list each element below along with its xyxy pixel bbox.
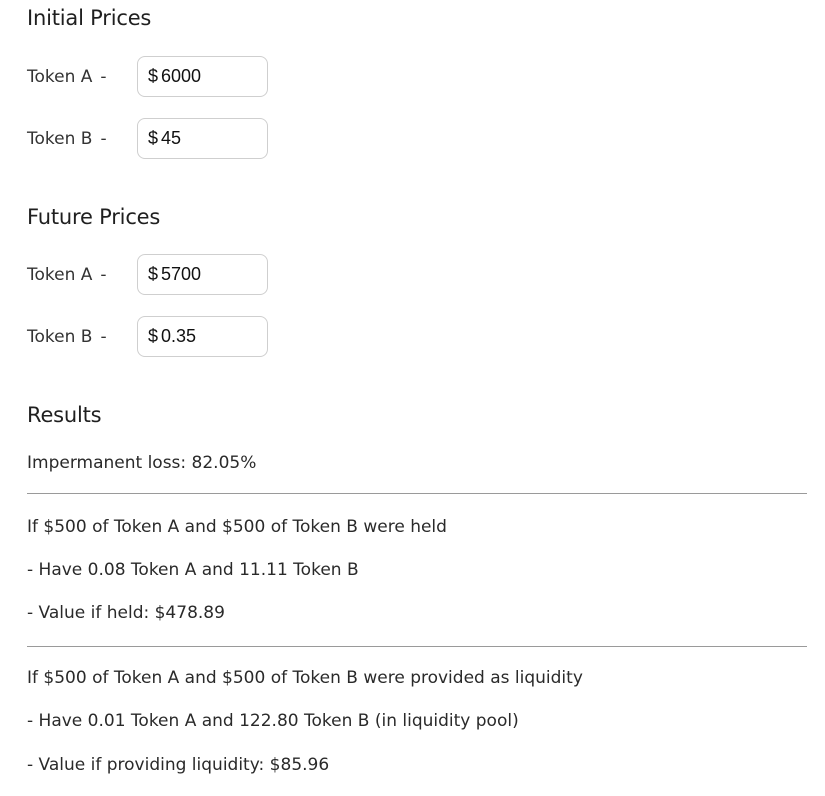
initial-token-b-dash: - xyxy=(100,128,107,149)
initial-token-b-row: Token B- $ xyxy=(27,117,268,160)
liquidity-value-text: - Value if providing liquidity: $85.96 xyxy=(27,755,330,775)
future-token-a-label-wrap: Token A- xyxy=(27,265,125,285)
initial-token-a-row: Token A- $ xyxy=(27,55,268,98)
future-token-a-label: Token A xyxy=(27,264,93,285)
initial-prices-title: Initial Prices xyxy=(27,6,152,30)
future-token-b-currency: $ xyxy=(148,326,159,346)
initial-token-a-currency: $ xyxy=(148,66,159,86)
future-token-b-label: Token B xyxy=(27,326,93,347)
held-heading: If $500 of Token A and $500 of Token B w… xyxy=(27,517,447,537)
future-token-a-currency: $ xyxy=(148,264,159,284)
initial-token-a-label-wrap: Token A- xyxy=(27,67,125,87)
future-token-b-label-wrap: Token B- xyxy=(27,327,125,347)
future-token-a-price-field[interactable]: $ xyxy=(137,254,268,295)
initial-token-a-price-input[interactable] xyxy=(161,66,252,87)
future-token-b-price-field[interactable]: $ xyxy=(137,316,268,357)
future-prices-title: Future Prices xyxy=(27,205,161,229)
liquidity-heading: If $500 of Token A and $500 of Token B w… xyxy=(27,668,583,688)
liquidity-have-text: - Have 0.01 Token A and 122.80 Token B (… xyxy=(27,711,519,731)
initial-token-a-label: Token A xyxy=(27,66,93,87)
initial-token-a-price-field[interactable]: $ xyxy=(137,56,268,97)
future-token-a-dash: - xyxy=(100,264,107,285)
future-token-a-row: Token A- $ xyxy=(27,253,268,296)
initial-token-a-dash: - xyxy=(100,66,107,87)
held-have-text: - Have 0.08 Token A and 11.11 Token B xyxy=(27,560,359,580)
future-token-a-price-input[interactable] xyxy=(161,264,252,285)
impermanent-loss-text: Impermanent loss: 82.05% xyxy=(27,453,257,473)
results-divider-1 xyxy=(27,493,807,494)
initial-token-b-label: Token B xyxy=(27,128,93,149)
initial-token-b-price-input[interactable] xyxy=(161,128,252,149)
future-token-b-price-input[interactable] xyxy=(161,326,252,347)
results-divider-2 xyxy=(27,646,807,647)
results-title: Results xyxy=(27,403,102,427)
future-token-b-row: Token B- $ xyxy=(27,315,268,358)
future-token-b-dash: - xyxy=(100,326,107,347)
held-value-text: - Value if held: $478.89 xyxy=(27,603,225,623)
initial-token-b-label-wrap: Token B- xyxy=(27,129,125,149)
initial-token-b-price-field[interactable]: $ xyxy=(137,118,268,159)
initial-token-b-currency: $ xyxy=(148,128,159,148)
